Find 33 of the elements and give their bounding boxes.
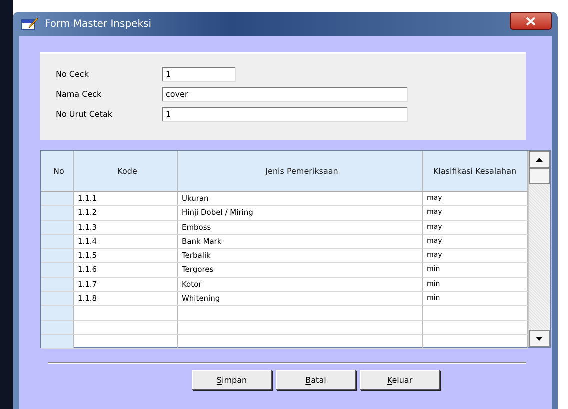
up-arrow-icon <box>536 158 543 162</box>
column-header[interactable]: Kode <box>74 151 178 191</box>
row-header[interactable] <box>41 249 74 262</box>
close-icon <box>526 16 536 26</box>
text-field[interactable]: 1 <box>162 106 408 122</box>
scrollbar[interactable] <box>528 151 550 347</box>
column-header[interactable]: No <box>41 151 74 191</box>
row-header[interactable] <box>41 220 74 234</box>
window-title: Form Master Inspeksi <box>45 18 152 30</box>
row-header[interactable] <box>41 306 74 320</box>
row-header[interactable] <box>41 278 74 292</box>
action-button[interactable]: Simpan <box>192 370 272 390</box>
row-header[interactable] <box>41 234 74 248</box>
form-icon <box>21 17 39 31</box>
row-header[interactable] <box>41 263 74 277</box>
scroll-up-button[interactable] <box>529 151 550 168</box>
action-button[interactable]: Batal <box>276 370 356 390</box>
close-button[interactable] <box>510 12 552 30</box>
field-label: No Ceck <box>56 70 90 78</box>
field-label: Nama Ceck <box>56 90 103 98</box>
row-header[interactable] <box>41 292 74 306</box>
row-header[interactable] <box>41 320 74 334</box>
row-header[interactable] <box>41 206 74 220</box>
row-header[interactable] <box>41 192 74 206</box>
row-header[interactable] <box>41 334 74 348</box>
scroll-down-button[interactable] <box>529 330 550 347</box>
column-header[interactable]: Jenis Pemeriksaan <box>178 151 423 191</box>
action-button[interactable]: Keluar <box>360 370 440 390</box>
scroll-thumb[interactable] <box>529 168 550 184</box>
text-field[interactable]: cover <box>162 86 408 102</box>
down-arrow-icon <box>536 336 543 340</box>
field-label: No Urut Cetak <box>56 110 114 118</box>
text-field[interactable]: 1 <box>162 66 236 82</box>
